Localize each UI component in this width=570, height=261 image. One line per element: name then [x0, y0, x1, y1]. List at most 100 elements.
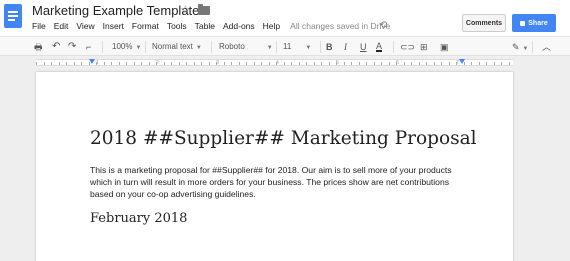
ruler-tick — [201, 62, 202, 65]
menu-view[interactable]: View — [76, 21, 94, 31]
text-color-button[interactable]: A — [376, 39, 383, 52]
folder-icon[interactable] — [198, 4, 210, 15]
left-indent-marker[interactable] — [89, 59, 95, 64]
chevron-down-icon: ▼ — [195, 45, 202, 51]
font-size-select[interactable]: 11 ▼ — [283, 39, 311, 55]
font-size-value: 11 — [283, 42, 292, 51]
ruler-tick — [148, 62, 150, 65]
ruler-tick — [81, 62, 82, 65]
ruler-tick — [508, 62, 510, 65]
chevron-down-icon: ▼ — [135, 45, 142, 51]
ruler-tick — [253, 62, 255, 65]
ruler-tick — [358, 62, 360, 65]
ruler-tick — [163, 62, 165, 65]
toolbar: 🖶 ↶ ↷ ⌐ 100% ▼ Normal text ▼ Roboto ▼ 11 ▼ B… — [0, 36, 570, 56]
ruler-tick — [246, 62, 247, 65]
font-select[interactable]: Roboto ▼ — [219, 39, 273, 55]
ruler-tick — [103, 62, 105, 65]
history-icon[interactable]: ⟲ — [379, 20, 387, 32]
document-subheading: February 2018 — [90, 211, 188, 226]
ruler-tick — [231, 62, 232, 65]
comment-icon[interactable]: ⊞ — [420, 39, 428, 55]
ruler-tick — [501, 62, 502, 65]
document-title[interactable]: Marketing Example Template — [32, 3, 199, 18]
paint-format-icon[interactable]: ⌐ — [86, 39, 91, 55]
editing-mode-icon[interactable]: ✎ ▼ — [512, 39, 529, 55]
ruler-tick — [73, 62, 75, 65]
redo-icon[interactable]: ↷ — [68, 39, 76, 55]
ruler-tick — [433, 62, 435, 65]
ruler-tick — [478, 62, 480, 65]
document-page[interactable]: 2018 ##Supplier## Marketing Proposal Thi… — [36, 72, 513, 261]
print-icon[interactable]: 🖶 — [34, 39, 43, 55]
ruler-tick — [471, 62, 472, 65]
ruler-tick — [306, 62, 307, 65]
zoom-value: 100% — [112, 42, 133, 51]
ruler[interactable]: 1 2 3 4 5 6 7 — [0, 57, 570, 68]
ruler-tick — [441, 62, 442, 65]
comments-button[interactable]: Comments — [462, 14, 506, 32]
menu-tools[interactable]: Tools — [167, 21, 187, 31]
image-icon[interactable]: ▣ — [440, 39, 449, 55]
ruler-tick — [58, 62, 60, 65]
ruler-tick — [298, 62, 300, 65]
ruler-tick — [193, 62, 195, 65]
chevron-down-icon: ▼ — [266, 45, 273, 51]
ruler-tick — [381, 62, 382, 65]
menu-table[interactable]: Table — [195, 21, 215, 31]
lock-icon — [520, 20, 526, 26]
ruler-tick — [411, 62, 412, 65]
ruler-tick — [396, 62, 397, 65]
ruler-tick — [66, 62, 67, 65]
undo-icon[interactable]: ↶ — [52, 39, 60, 55]
ruler-tick — [328, 62, 330, 65]
ruler-tick — [321, 62, 322, 65]
ruler-tick — [291, 62, 292, 65]
document-heading: 2018 ##Supplier## Marketing Proposal — [90, 128, 477, 149]
italic-button[interactable]: I — [344, 39, 347, 55]
ruler-tick — [486, 62, 487, 65]
ruler-tick — [156, 62, 157, 65]
style-value: Normal text — [152, 42, 193, 51]
ruler-tick — [268, 62, 270, 65]
ruler-tick — [238, 62, 240, 65]
ruler-tick — [403, 62, 405, 65]
body-line: based on your co-op advertising guidelin… — [90, 189, 256, 199]
share-label: Share — [528, 19, 548, 27]
ruler-tick — [283, 62, 285, 65]
ruler-tick — [426, 62, 427, 65]
ruler-tick — [186, 62, 187, 65]
menu-insert[interactable]: Insert — [103, 21, 124, 31]
ruler-tick — [43, 62, 45, 65]
menu-bar: File Edit View Insert Format Tools Table… — [32, 20, 398, 32]
ruler-tick — [366, 62, 367, 65]
menu-addons[interactable]: Add-ons — [223, 21, 255, 31]
document-body: This is a marketing proposal for ##Suppl… — [90, 164, 462, 200]
right-indent-marker[interactable] — [459, 59, 465, 64]
zoom-select[interactable]: 100% ▼ — [112, 39, 141, 55]
menu-edit[interactable]: Edit — [54, 21, 69, 31]
underline-button[interactable]: U — [360, 39, 367, 55]
style-select[interactable]: Normal text ▼ — [152, 39, 202, 55]
star-icon[interactable]: ☆ — [180, 3, 191, 17]
docs-logo-icon[interactable] — [4, 4, 22, 28]
ruler-tick — [313, 62, 315, 65]
menu-file[interactable]: File — [32, 21, 46, 31]
ruler-tick — [118, 62, 120, 65]
body-line: This is a marketing proposal for ##Suppl… — [90, 165, 452, 175]
save-status[interactable]: All changes saved in Drive — [290, 21, 390, 31]
body-line: which in turn will result in more orders… — [90, 177, 450, 187]
share-button[interactable]: Share — [512, 14, 556, 32]
ruler-tick — [261, 62, 262, 65]
menu-help[interactable]: Help — [263, 21, 280, 31]
chevron-down-icon: ▼ — [305, 45, 312, 51]
menu-format[interactable]: Format — [132, 21, 159, 31]
ruler-tick — [418, 62, 420, 65]
link-icon[interactable]: ⊂⊃ — [400, 39, 415, 55]
ruler-tick — [36, 62, 37, 65]
ruler-tick — [111, 62, 112, 65]
collapse-menu-icon[interactable]: ︿ — [542, 39, 551, 55]
bold-button[interactable]: B — [326, 39, 333, 55]
ruler-tick — [178, 62, 180, 65]
ruler-tick — [208, 62, 210, 65]
